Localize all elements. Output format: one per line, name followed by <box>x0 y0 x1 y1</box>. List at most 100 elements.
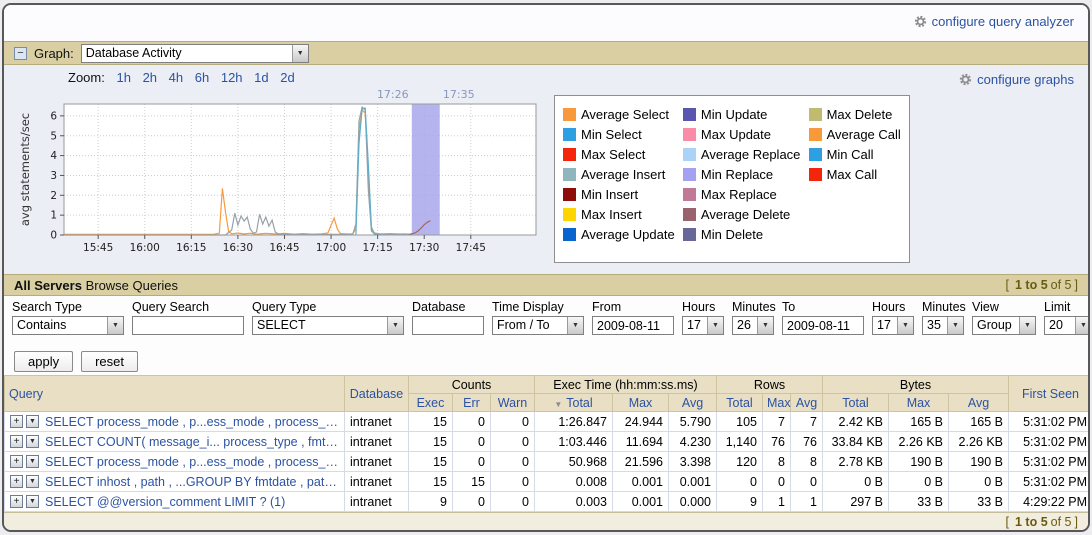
cell-rows-avg: 7 <box>791 412 823 432</box>
configure-query-analyzer-link[interactable]: configure query analyzer <box>914 14 1074 29</box>
cell-exec-time-max: 24.944 <box>613 412 669 432</box>
reset-button[interactable]: reset <box>81 351 138 372</box>
legend-item: Max Insert <box>563 204 677 224</box>
column-header-exec-time-max[interactable]: Max <box>613 394 669 412</box>
column-header-bytes-total[interactable]: Total <box>823 394 889 412</box>
expand-row-button[interactable]: + <box>10 475 23 488</box>
query-link[interactable]: SELECT process_mode , p...ess_mode , pro… <box>45 455 339 469</box>
from-hours-select[interactable]: 17▼ <box>682 316 724 335</box>
from-minutes-select[interactable]: 26▼ <box>732 316 774 335</box>
cell-exec-time-avg: 5.790 <box>669 412 717 432</box>
column-header-exec-time-total[interactable]: ▼Total <box>535 394 613 412</box>
database-input[interactable] <box>412 316 484 335</box>
configure-graphs-label: configure graphs <box>977 72 1074 87</box>
column-header-bytes-max[interactable]: Max <box>889 394 949 412</box>
graph-select[interactable]: Database Activity ▼ <box>81 44 309 63</box>
activity-chart[interactable]: 012345615:4516:0016:1516:3016:4517:0017:… <box>18 87 542 265</box>
expand-row-button[interactable]: + <box>10 455 23 468</box>
zoom-2h-link[interactable]: 2h <box>143 70 157 85</box>
row-actions-button[interactable]: ▼ <box>26 435 39 448</box>
query-type-select[interactable]: SELECT▼ <box>252 316 404 335</box>
row-actions-button[interactable]: ▼ <box>26 415 39 428</box>
column-header-rows-total[interactable]: Total <box>717 394 763 412</box>
legend-item: Average Delete <box>683 204 803 224</box>
legend-item: Average Select <box>563 104 677 124</box>
svg-text:4: 4 <box>50 150 57 162</box>
expand-row-button[interactable]: + <box>10 435 23 448</box>
legend-swatch <box>809 108 822 121</box>
zoom-1d-link[interactable]: 1d <box>254 70 268 85</box>
time-display-select[interactable]: From / To▼ <box>492 316 584 335</box>
legend-item: Min Insert <box>563 184 677 204</box>
legend-item: Max Delete <box>809 104 903 124</box>
column-header-warn[interactable]: Warn <box>491 394 535 412</box>
legend-swatch <box>563 208 576 221</box>
from-date-input[interactable] <box>592 316 674 335</box>
query-link[interactable]: SELECT COUNT( message_i... process_type … <box>45 435 339 449</box>
cell-rows-total: 9 <box>717 492 763 512</box>
zoom-2d-link[interactable]: 2d <box>280 70 294 85</box>
cell-exec-time-total: 50.968 <box>535 452 613 472</box>
legend-item: Min Select <box>563 124 677 144</box>
column-header-exec-time-avg[interactable]: Avg <box>669 394 717 412</box>
limit-label: Limit <box>1044 300 1090 314</box>
cell-bytes-total: 2.42 KB <box>823 412 889 432</box>
view-select[interactable]: Group▼ <box>972 316 1036 335</box>
search-type-select[interactable]: Contains▼ <box>12 316 124 335</box>
cell-rows-max: 0 <box>763 472 791 492</box>
cell-database: intranet <box>345 412 409 432</box>
zoom-1h-link[interactable]: 1h <box>116 70 130 85</box>
query-link[interactable]: SELECT process_mode , p...ess_mode , pro… <box>45 415 339 429</box>
configure-graphs-link[interactable]: configure graphs <box>959 72 1074 87</box>
cell-exec-time-total: 0.003 <box>535 492 613 512</box>
legend-swatch <box>563 128 576 141</box>
cell-exec-time-total: 1:26.847 <box>535 412 613 432</box>
column-header-exec[interactable]: Exec <box>409 394 453 412</box>
legend-swatch <box>809 128 822 141</box>
zoom-controls: Zoom: 1h 2h 4h 6h 12h 1d 2d <box>68 70 295 85</box>
cell-warn: 0 <box>491 492 535 512</box>
svg-text:6: 6 <box>50 110 57 122</box>
row-actions-button[interactable]: ▼ <box>26 475 39 488</box>
from-hours-label: Hours <box>682 300 724 314</box>
group-header-rows: Rows <box>717 376 823 394</box>
legend-swatch <box>809 168 822 181</box>
expand-row-button[interactable]: + <box>10 415 23 428</box>
legend-swatch <box>563 228 576 241</box>
graph-label: Graph: <box>34 46 74 61</box>
legend-swatch <box>683 148 696 161</box>
apply-button[interactable]: apply <box>14 351 73 372</box>
cell-rows-total: 0 <box>717 472 763 492</box>
to-minutes-select[interactable]: 35▼ <box>922 316 964 335</box>
query-link[interactable]: SELECT inhost , path , ...GROUP BY fmtda… <box>45 475 339 489</box>
pagination-top: [1 to 5of 5] <box>1006 278 1078 292</box>
app-window: configure query analyzer − Graph: Databa… <box>2 3 1090 532</box>
query-link[interactable]: SELECT @@version_comment LIMIT ? (1) <box>45 495 285 509</box>
zoom-label: Zoom: <box>68 70 105 85</box>
limit-select[interactable]: 20▼ <box>1044 316 1090 335</box>
legend-swatch <box>683 188 696 201</box>
zoom-4h-link[interactable]: 4h <box>169 70 183 85</box>
expand-row-button[interactable]: + <box>10 495 23 508</box>
row-actions-button[interactable]: ▼ <box>26 495 39 508</box>
column-header-bytes-avg[interactable]: Avg <box>949 394 1009 412</box>
graph-select-value: Database Activity <box>82 45 292 62</box>
plot-area <box>64 104 536 235</box>
collapse-graph-button[interactable]: − <box>14 47 27 60</box>
zoom-6h-link[interactable]: 6h <box>195 70 209 85</box>
to-hours-select[interactable]: 17▼ <box>872 316 914 335</box>
column-header-rows-avg[interactable]: Avg <box>791 394 823 412</box>
time-display-label: Time Display <box>492 300 584 314</box>
column-header-err[interactable]: Err <box>453 394 491 412</box>
row-actions-button[interactable]: ▼ <box>26 455 39 468</box>
cell-exec-time-avg: 0.001 <box>669 472 717 492</box>
zoom-12h-link[interactable]: 12h <box>221 70 243 85</box>
from-label: From <box>592 300 674 314</box>
query-search-input[interactable] <box>132 316 244 335</box>
column-header-rows-max[interactable]: Max <box>763 394 791 412</box>
column-header-first-seen[interactable]: First Seen <box>1009 376 1091 412</box>
column-header-query[interactable]: Query <box>5 376 345 412</box>
column-header-database[interactable]: Database <box>345 376 409 412</box>
to-date-input[interactable] <box>782 316 864 335</box>
view-label: View <box>972 300 1036 314</box>
